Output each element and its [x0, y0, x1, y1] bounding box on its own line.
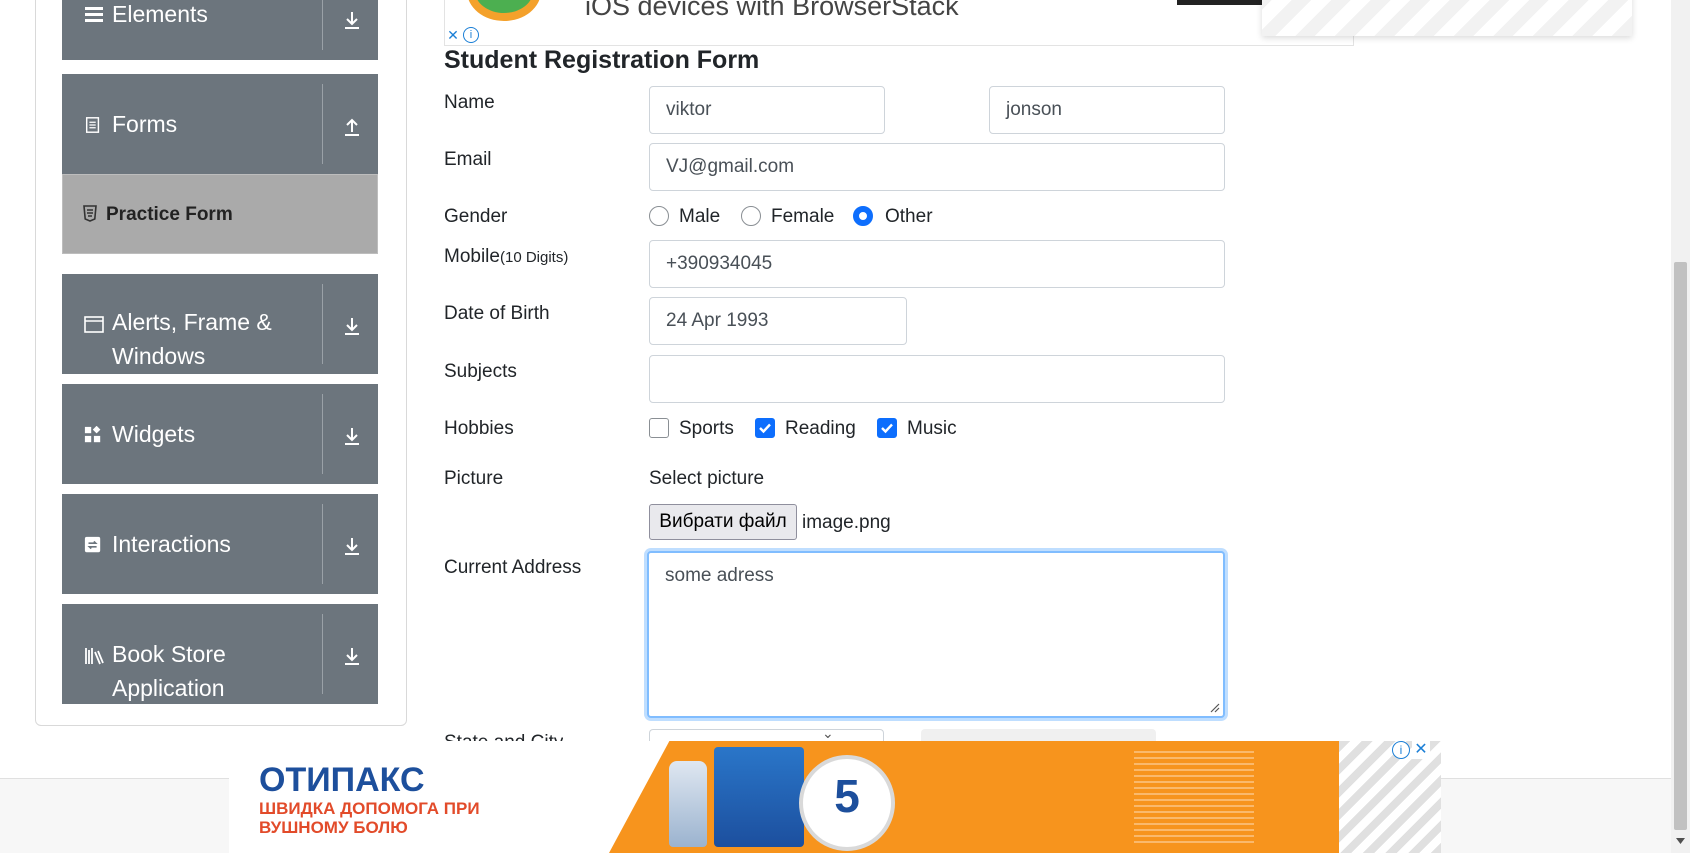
hobby-reading-label[interactable]: Reading — [785, 418, 856, 440]
divider — [322, 84, 323, 164]
current-address-textarea[interactable]: some adress — [647, 551, 1225, 718]
ad-pattern — [1262, 0, 1632, 36]
checkmark-icon — [759, 423, 771, 434]
ad-button[interactable] — [1177, 0, 1269, 5]
hobby-sports-checkbox[interactable] — [649, 418, 669, 438]
email-input[interactable]: VJ@gmail.com — [649, 143, 1225, 191]
sidebar-item-practice-form[interactable]: Practice Form — [62, 174, 378, 254]
top-ad-banner[interactable]: iOS devices with BrowserStack ✕ i — [444, 0, 1354, 46]
sidebar-group-label-line2: Application — [112, 675, 225, 701]
ad-badge-number: 5 — [834, 770, 860, 822]
gender-female-label[interactable]: Female — [771, 206, 834, 228]
divider — [322, 0, 323, 50]
ad-badge: 5 — [799, 755, 895, 851]
gender-female-radio[interactable] — [741, 206, 761, 226]
info-icon[interactable]: i — [463, 27, 479, 43]
sidebar-group-widgets[interactable]: Widgets — [62, 384, 378, 484]
address-text: some adress — [665, 565, 774, 586]
sidebar-group-book-store[interactable]: Book Store Application — [62, 604, 378, 704]
hobby-sports-label[interactable]: Sports — [679, 418, 734, 440]
ad-brand: ОТИПАКС — [259, 761, 425, 799]
document-icon — [84, 116, 104, 136]
bottom-ad-banner[interactable]: ОТИПАКС ШВИДКА ДОПОМОГА ПРИ ВУШНОМУ БОЛЮ… — [229, 741, 1441, 853]
ad-tagline: ШВИДКА ДОПОМОГА ПРИ ВУШНОМУ БОЛЮ — [259, 799, 480, 837]
sidebar-group-label: Alerts, Frame & — [112, 309, 272, 335]
sidebar-group-forms[interactable]: Forms — [62, 74, 378, 174]
sidebar-group-interactions[interactable]: Interactions — [62, 494, 378, 594]
dob-input[interactable]: 24 Apr 1993 — [649, 297, 907, 345]
divider — [322, 284, 323, 364]
info-icon[interactable]: i — [1392, 741, 1410, 759]
gender-male-label[interactable]: Male — [679, 206, 720, 228]
hamburger-icon — [84, 4, 104, 24]
checkmark-icon — [881, 423, 893, 434]
current-address-label: Current Address — [444, 557, 582, 578]
interactions-icon — [84, 536, 104, 556]
dob-label: Date of Birth — [444, 303, 550, 324]
sidebar-group-label: Interactions — [112, 531, 231, 557]
window-icon — [84, 314, 104, 334]
product-box-image — [714, 747, 804, 847]
subjects-label: Subjects — [444, 361, 517, 382]
sidebar-item-label: Practice Form — [106, 204, 233, 225]
ad-text: iOS devices with BrowserStack — [585, 0, 959, 21]
html5-icon — [83, 205, 97, 223]
sidebar-group-alerts[interactable]: Alerts, Frame & Windows — [62, 274, 378, 374]
choose-file-button[interactable]: Вибрати файл — [649, 504, 797, 540]
sidebar-group-label: Book Store — [112, 641, 226, 667]
gender-label: Gender — [444, 206, 508, 227]
picture-label: Picture — [444, 468, 504, 489]
gender-male-radio[interactable] — [649, 206, 669, 226]
ad-logo — [467, 0, 541, 21]
email-label: Email — [444, 149, 492, 170]
chevron-down-icon[interactable]: ⌄ — [822, 725, 834, 742]
arrow-down-icon[interactable] — [340, 424, 364, 448]
mobile-hint: (10 Digits) — [499, 249, 569, 266]
arrow-up-icon[interactable] — [340, 114, 364, 138]
divider — [322, 394, 323, 474]
mobile-label: Mobile(10 Digits) — [444, 246, 568, 268]
divider — [322, 614, 323, 694]
form-title: Student Registration Form — [444, 46, 760, 74]
hobbies-label: Hobbies — [444, 418, 514, 439]
divider — [322, 504, 323, 584]
mobile-label-text: Mobile — [444, 246, 500, 267]
first-name-input[interactable]: viktor — [649, 86, 885, 134]
sidebar-group-label: Elements — [112, 1, 208, 27]
resize-handle-icon[interactable] — [1208, 701, 1220, 713]
select-picture-label: Select picture — [649, 468, 765, 489]
hobby-music-label[interactable]: Music — [907, 418, 957, 440]
product-bottle-image — [669, 761, 707, 847]
hobby-music-checkbox[interactable] — [877, 418, 897, 438]
sidebar-group-label: Forms — [112, 111, 178, 137]
books-icon — [84, 646, 104, 666]
sidebar-group-elements[interactable]: Elements — [62, 0, 378, 60]
close-icon[interactable]: ✕ — [1412, 741, 1430, 759]
gender-other-label[interactable]: Other — [885, 206, 933, 228]
scroll-down-icon[interactable] — [1674, 836, 1687, 846]
sidebar-group-label: Widgets — [112, 421, 196, 447]
ad-fine-print — [1134, 751, 1254, 843]
close-icon[interactable]: ✕ — [445, 27, 461, 43]
mobile-input[interactable]: +390934045 — [649, 240, 1225, 288]
subjects-input[interactable] — [649, 355, 1225, 403]
arrow-down-icon[interactable] — [340, 534, 364, 558]
scrollbar-thumb[interactable] — [1674, 262, 1687, 830]
arrow-down-icon[interactable] — [340, 8, 364, 32]
file-name: image.png — [802, 512, 891, 533]
arrow-down-icon[interactable] — [340, 314, 364, 338]
widgets-icon — [84, 425, 104, 446]
arrow-down-icon[interactable] — [340, 644, 364, 668]
gender-other-radio[interactable] — [853, 206, 873, 226]
name-label: Name — [444, 92, 495, 113]
sidebar-group-label-line2: Windows — [112, 343, 206, 369]
last-name-input[interactable]: jonson — [989, 86, 1225, 134]
hobby-reading-checkbox[interactable] — [755, 418, 775, 438]
